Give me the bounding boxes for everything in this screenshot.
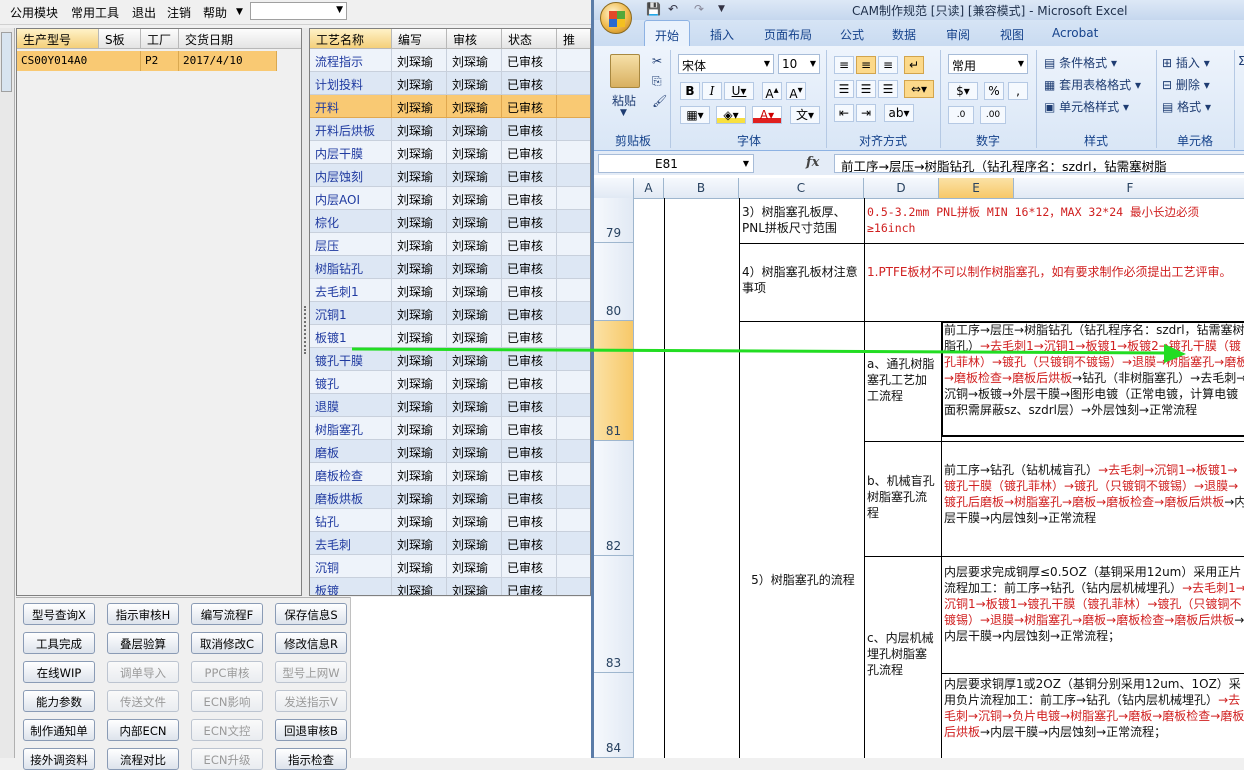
green-arrow-annotation — [351, 344, 1186, 363]
arrow-line — [351, 347, 1169, 355]
arrow-head — [1164, 344, 1186, 363]
